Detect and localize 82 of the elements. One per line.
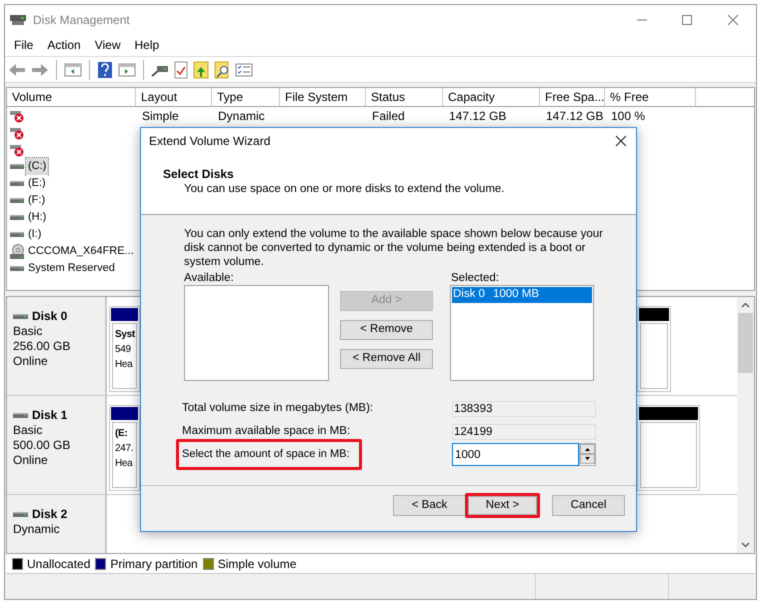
partition-info: 549 [115,343,132,357]
back-button[interactable]: < Back [393,495,466,516]
forward-arrow-icon[interactable] [31,62,49,76]
table-cell-text: Dynamic [218,108,265,124]
spin-up-icon[interactable] [580,444,595,454]
table-cell-text: 147.12 GB [449,108,506,124]
instruction-text: You can only extend the volume to the available space shown below because your disk cannot be converted to dynamic or the volume being extended is a boot or system volume. [183,227,604,269]
legend-label: Unallocated [27,556,90,572]
spin-buttons[interactable] [579,443,596,466]
drive-icon [13,510,29,518]
partition-block[interactable]: (E: 247. Hea [109,405,140,491]
drive-icon [13,412,29,420]
document-check-icon[interactable] [174,60,188,78]
partition-info: Hea [115,358,134,372]
field-label: Selected: [450,271,500,285]
remove-button[interactable]: < Remove All [340,349,433,369]
partition-block[interactable] [637,405,700,491]
partition-bar [111,308,138,321]
legend-label: Primary partition [110,556,198,572]
menu-item[interactable]: Action [40,36,88,54]
disk-info: Basic [13,324,44,339]
table-cell-text: Simple [142,108,179,124]
disk-name[interactable]: Disk 2 [32,507,68,522]
remove-button[interactable]: < Remove [340,320,433,340]
scroll-up-icon[interactable] [741,302,750,308]
panel-icon[interactable] [118,62,136,76]
close-icon[interactable] [615,134,627,146]
disk-info: Basic [13,423,44,438]
partition-bar [111,407,138,420]
back-arrow-icon[interactable] [8,62,26,76]
table-cell-text: 100 % [611,108,646,124]
list-icon[interactable] [235,62,253,76]
window-title: Disk Management [33,12,130,28]
disk-info: Online [13,354,49,369]
help-icon[interactable] [97,60,113,78]
spin-down-icon[interactable] [580,454,595,464]
field-label: Maximum available space in MB: [182,424,350,439]
menu-item[interactable]: Help [128,36,166,54]
next-button[interactable]: Next > [468,496,537,515]
wizard-heading: Select Disks [163,167,235,182]
panel-icon[interactable] [64,62,82,76]
row-label[interactable]: (C:) [26,158,48,175]
list-item-size: 1000 MB [493,287,540,302]
partition-bar [639,407,698,420]
available-list[interactable] [184,285,329,381]
disk-name[interactable]: Disk 0 [32,309,68,324]
disk-info: 500.00 GB [13,438,72,453]
folder-search-icon[interactable] [214,60,230,78]
list-item-disk: Disk 0 [453,287,486,302]
scroll-down-icon[interactable] [741,542,750,548]
list-item[interactable]: Disk 0 1000 MB [452,287,592,303]
dialog-title: Extend Volume Wizard [149,132,270,150]
field-label: Select the amount of space in MB: [182,447,350,462]
disc-drive-icon [9,244,25,260]
drive-icon [13,312,29,320]
table-cell-text: 147.12 GB [546,108,604,124]
disk-info: 256.00 GB [13,339,72,354]
disk-name[interactable]: Disk 1 [32,408,68,423]
menu-item[interactable]: File [7,36,40,54]
table-cell-text: Failed [372,108,405,124]
partition-block[interactable]: Syst 549 Hea [109,306,140,392]
scrollbar[interactable] [737,297,754,553]
folder-up-icon[interactable] [193,60,209,78]
partition-info: (E: [115,427,128,441]
wizard-subheading: You can use space on one or more disks to extend the volume. [183,182,506,197]
number-field[interactable]: 1000 [452,443,579,466]
partition-info: Hea [115,457,134,471]
menu-item[interactable]: View [88,36,128,54]
scrollbar-thumb[interactable] [738,313,753,373]
maximize-icon[interactable] [681,14,693,26]
field-label: Total volume size in megabytes (MB): [182,400,374,416]
partition-info: Syst [115,328,136,342]
disk-info: Dynamic [13,522,61,537]
readonly-field: 124199 [452,424,596,440]
readonly-field: 138393 [452,400,596,416]
field-label: Available: [184,271,235,285]
cancel-button[interactable]: Cancel [552,495,625,516]
partition-info: 247. [115,442,134,456]
partition-bar [639,308,669,321]
disk-info: Online [13,453,49,468]
partition-block[interactable] [637,306,671,392]
legend-label: Simple volume [218,556,296,572]
